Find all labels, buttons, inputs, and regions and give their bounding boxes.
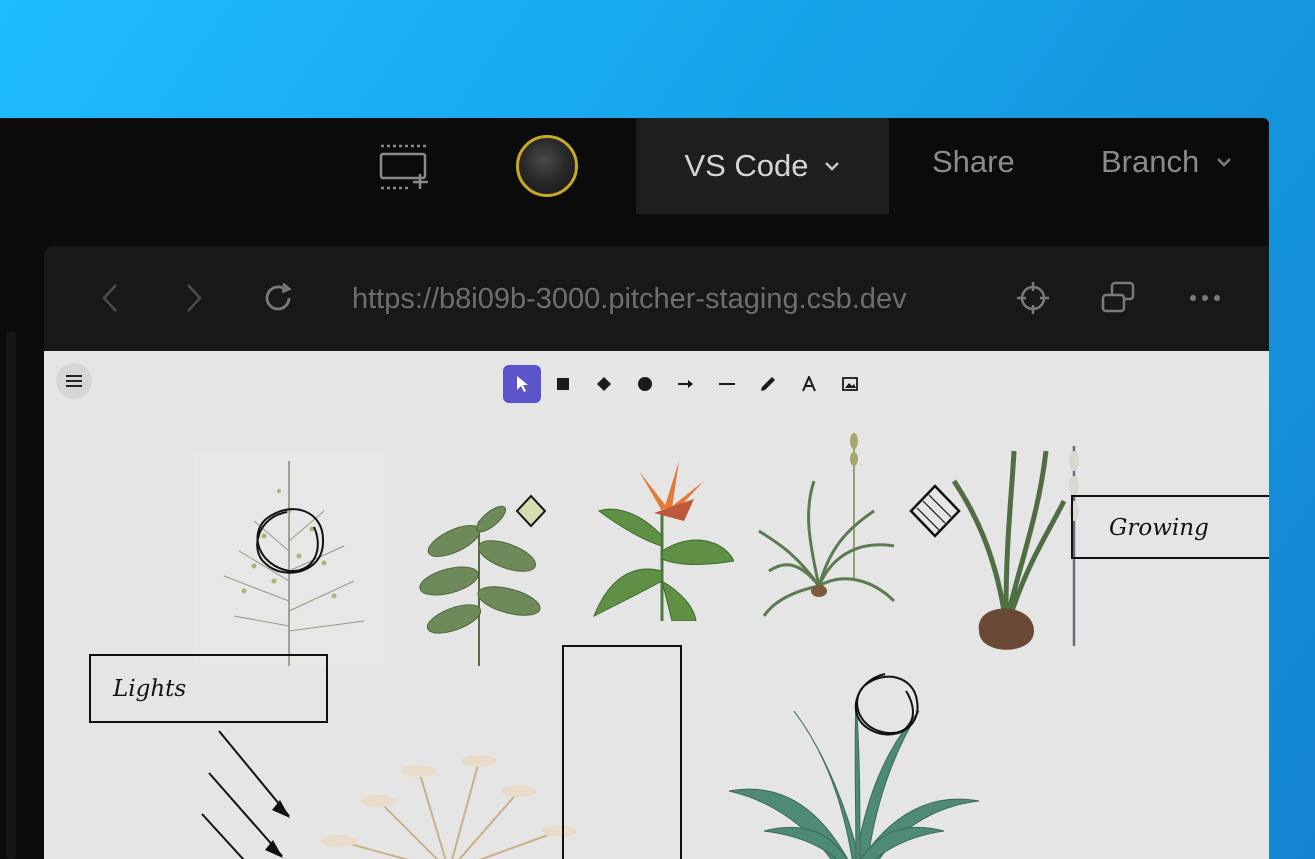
diamond-shape xyxy=(909,484,961,538)
growing-label-box[interactable]: Growing xyxy=(1071,495,1269,559)
forward-icon[interactable] xyxy=(176,280,212,316)
open-in-new-window-icon[interactable] xyxy=(1100,280,1136,316)
preview-browser: https://b8i09b-3000.pitcher-staging.csb.… xyxy=(44,246,1269,859)
rectangle-shape[interactable] xyxy=(562,645,682,859)
address-bar: https://b8i09b-3000.pitcher-staging.csb.… xyxy=(44,246,1269,351)
top-bar: VS Code Share Branch xyxy=(0,118,1269,216)
lights-label-box[interactable]: Lights xyxy=(89,654,328,723)
scrollbar[interactable] xyxy=(6,332,16,859)
app-window: VS Code Share Branch https://b8i09b-3000… xyxy=(0,118,1269,859)
url-field[interactable]: https://b8i09b-3000.pitcher-staging.csb.… xyxy=(352,280,964,318)
more-options-icon[interactable] xyxy=(1187,280,1223,316)
share-button[interactable]: Share xyxy=(932,144,1015,180)
add-screen-icon[interactable] xyxy=(378,144,430,190)
arrowhead xyxy=(265,840,283,858)
arrow-line xyxy=(201,813,245,859)
back-icon[interactable] xyxy=(92,280,128,316)
crosshair-icon[interactable] xyxy=(1015,280,1051,316)
chevron-down-icon xyxy=(824,162,839,171)
scribble-circle xyxy=(854,673,919,736)
vscode-button[interactable]: VS Code xyxy=(636,118,889,214)
whiteboard-canvas[interactable]: Lights Growing xyxy=(44,351,1269,859)
diamond-shape xyxy=(515,494,547,528)
branch-label: Branch xyxy=(1101,144,1200,179)
growing-label: Growing xyxy=(1109,515,1209,541)
chevron-down-icon xyxy=(1217,158,1232,167)
lights-label: Lights xyxy=(113,676,187,702)
reload-icon[interactable] xyxy=(261,280,297,316)
vscode-label: VS Code xyxy=(684,148,809,183)
arrowhead xyxy=(272,800,290,818)
branch-button[interactable]: Branch xyxy=(1101,144,1233,180)
scribble-circle xyxy=(256,508,325,574)
avatar[interactable] xyxy=(516,135,578,197)
